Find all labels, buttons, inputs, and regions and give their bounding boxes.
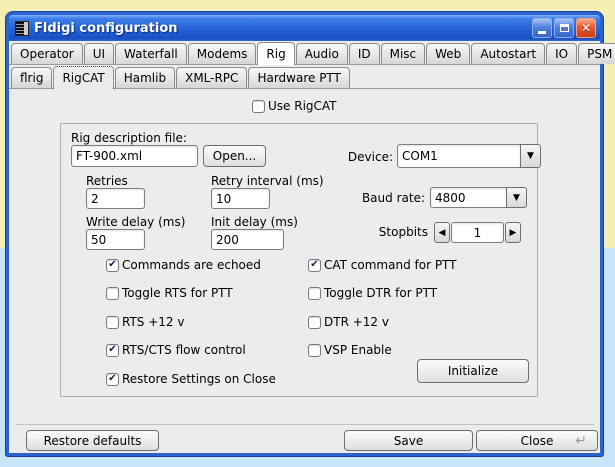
checkbox-label: Commands are echoed: [121, 258, 261, 272]
enter-key-icon: ↵: [575, 433, 587, 449]
checkbox-cat-command-for-ptt[interactable]: ✔ CAT command for PTT: [308, 258, 457, 272]
footer-divider: [15, 424, 594, 425]
tab-rig[interactable]: Rig: [257, 42, 294, 65]
checkbox-rts-plus-12v[interactable]: ✔ RTS +12 v: [106, 315, 184, 329]
checkbox-icon: ✔: [308, 287, 321, 300]
stopbits-value[interactable]: 1: [451, 222, 504, 243]
tab-operator[interactable]: Operator: [11, 43, 83, 64]
window-title: Fldigi configuration: [34, 21, 532, 36]
titlebar[interactable]: Fldigi configuration ✕: [9, 15, 600, 41]
baud-rate-label: Baud rate:: [351, 191, 425, 205]
retry-interval-input[interactable]: [211, 188, 270, 209]
tab-id[interactable]: ID: [349, 43, 380, 64]
initialize-button[interactable]: Initialize: [417, 359, 529, 383]
checkbox-icon: ✔: [308, 259, 321, 272]
checkbox-rts-cts-flow-control[interactable]: ✔ RTS/CTS flow control: [106, 343, 246, 357]
check-icon: ✔: [108, 345, 116, 355]
checkbox-toggle-dtr-for-ptt[interactable]: ✔ Toggle DTR for PTT: [308, 286, 437, 300]
chevron-down-icon[interactable]: ▼: [506, 187, 527, 208]
checkbox-label: RTS +12 v: [121, 315, 184, 329]
check-icon: ✔: [108, 260, 116, 270]
tab-misc[interactable]: Misc: [381, 43, 426, 64]
tab-psm[interactable]: PSM: [578, 43, 615, 64]
restore-defaults-button[interactable]: Restore defaults: [26, 430, 159, 451]
tab-xml-rpc[interactable]: XML-RPC: [176, 67, 247, 88]
checkbox-restore-settings-on-close[interactable]: ✔ Restore Settings on Close: [106, 372, 276, 386]
checkbox-label: Toggle RTS for PTT: [121, 286, 233, 300]
stopbits-stepper: ◀ 1 ▶: [434, 222, 521, 243]
tab-modems[interactable]: Modems: [188, 43, 257, 64]
chevron-down-icon[interactable]: ▼: [520, 144, 541, 168]
tab-autostart[interactable]: Autostart: [471, 43, 545, 64]
checkbox-dtr-plus-12v[interactable]: ✔ DTR +12 v: [308, 315, 389, 329]
rigcat-settings-group: Rig description file: Open... Device: CO…: [60, 123, 538, 397]
checkbox-toggle-rts-for-ptt[interactable]: ✔ Toggle RTS for PTT: [106, 286, 233, 300]
stopbits-label: Stopbits: [361, 225, 428, 239]
checkbox-label: VSP Enable: [323, 343, 392, 357]
tab-flrig[interactable]: flrig: [11, 67, 52, 88]
checkbox-icon: ✔: [308, 344, 321, 357]
checkbox-use-rigcat[interactable]: ✔ Use RigCAT: [252, 99, 337, 113]
tab-audio[interactable]: Audio: [296, 43, 348, 64]
device-combobox[interactable]: COM1 ▼: [397, 144, 541, 168]
checkbox-label: Restore Settings on Close: [121, 372, 276, 386]
primary-tab-bar: Operator UI Waterfall Modems Rig Audio I…: [9, 41, 600, 65]
dialog-content: Operator UI Waterfall Modems Rig Audio I…: [9, 41, 600, 453]
spin-right-icon[interactable]: ▶: [505, 222, 521, 243]
retries-input[interactable]: [86, 188, 145, 209]
init-delay-label: Init delay (ms): [211, 215, 298, 229]
rig-file-label: Rig description file:: [71, 131, 187, 145]
maximize-button[interactable]: [554, 18, 574, 38]
save-button[interactable]: Save: [344, 430, 473, 451]
tab-web[interactable]: Web: [426, 43, 470, 64]
tab-waterfall[interactable]: Waterfall: [115, 43, 187, 64]
checkbox-vsp-enable[interactable]: ✔ VSP Enable: [308, 343, 392, 357]
checkbox-label: CAT command for PTT: [323, 258, 457, 272]
close-icon: ✕: [581, 22, 591, 34]
tab-hamlib[interactable]: Hamlib: [115, 67, 175, 88]
checkbox-icon: ✔: [106, 287, 119, 300]
checkbox-icon: ✔: [106, 316, 119, 329]
retry-interval-label: Retry interval (ms): [211, 174, 324, 188]
minimize-icon: [538, 31, 546, 34]
retries-label: Retries: [86, 174, 128, 188]
close-button-label: Close: [521, 434, 554, 448]
checkbox-icon: ✔: [106, 259, 119, 272]
checkbox-commands-are-echoed[interactable]: ✔ Commands are echoed: [106, 258, 261, 272]
checkbox-label: DTR +12 v: [323, 315, 389, 329]
checkbox-label: Use RigCAT: [267, 99, 337, 113]
desktop: Fldigi configuration ✕ Operator UI Water…: [0, 0, 615, 467]
titlebar-buttons: ✕: [532, 18, 596, 38]
fldigi-app-icon: [15, 21, 29, 36]
device-value: COM1: [397, 144, 520, 168]
device-label: Device:: [331, 150, 393, 164]
write-delay-label: Write delay (ms): [86, 215, 185, 229]
checkbox-icon: ✔: [106, 373, 119, 386]
minimize-button[interactable]: [532, 18, 552, 38]
baud-rate-value: 4800: [430, 187, 506, 208]
tab-rigcat[interactable]: RigCAT: [53, 66, 113, 89]
checkbox-label: Toggle DTR for PTT: [323, 286, 437, 300]
check-icon: ✔: [310, 260, 318, 270]
baud-rate-combobox[interactable]: 4800 ▼: [430, 187, 527, 208]
tab-io[interactable]: IO: [546, 43, 577, 64]
maximize-icon: [560, 24, 569, 32]
tab-hardware-ptt[interactable]: Hardware PTT: [248, 67, 349, 88]
write-delay-input[interactable]: [86, 229, 145, 250]
rig-file-input[interactable]: [71, 145, 198, 167]
fldigi-configuration-window: Fldigi configuration ✕ Operator UI Water…: [6, 12, 603, 456]
checkbox-icon: ✔: [252, 100, 265, 113]
open-button[interactable]: Open...: [203, 145, 266, 167]
close-dialog-button[interactable]: Close ↵: [476, 430, 598, 451]
check-icon: ✔: [108, 374, 116, 384]
init-delay-input[interactable]: [211, 229, 284, 250]
spin-left-icon[interactable]: ◀: [434, 222, 450, 243]
checkbox-icon: ✔: [308, 316, 321, 329]
checkbox-label: RTS/CTS flow control: [121, 343, 246, 357]
tab-ui[interactable]: UI: [84, 43, 114, 64]
checkbox-icon: ✔: [106, 344, 119, 357]
close-button[interactable]: ✕: [576, 18, 596, 38]
secondary-tab-bar: flrig RigCAT Hamlib XML-RPC Hardware PTT: [9, 65, 600, 89]
